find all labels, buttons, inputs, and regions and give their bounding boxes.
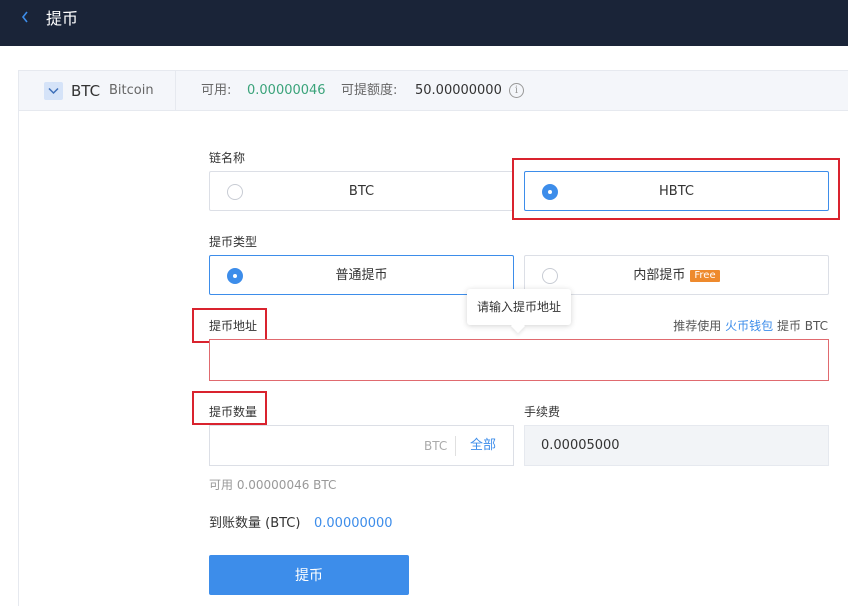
available-value: 0.00000046 — [247, 83, 326, 98]
amount-available-hint: 可用 0.00000046 BTC — [209, 478, 337, 492]
hint-suffix: 提币 BTC — [776, 319, 828, 333]
fee-value: 0.00005000 — [541, 438, 620, 453]
quota-label: 可提额度: — [341, 83, 398, 98]
withdraw-panel: BTC Bitcoin 可用: 0.00000046 可提额度: 50.0000… — [18, 70, 848, 606]
coin-name: Bitcoin — [109, 83, 154, 98]
quota-value: 50.00000000 — [415, 83, 502, 98]
amount-unit: BTC — [424, 439, 448, 453]
wallet-link[interactable]: 火币钱包 — [725, 319, 773, 333]
fee-field: 0.00005000 — [524, 425, 829, 466]
chevron-left-icon[interactable] — [20, 9, 36, 29]
receive-value: 0.00000000 — [314, 516, 393, 531]
withdraw-type-label-internal: 内部提币 — [633, 268, 686, 283]
hint-prefix: 推荐使用 — [673, 319, 722, 333]
coin-selector[interactable]: BTC Bitcoin — [19, 71, 176, 111]
divider — [455, 436, 456, 456]
available-label: 可用: — [201, 83, 232, 98]
submit-button[interactable]: 提币 — [209, 555, 409, 595]
free-badge: Free — [690, 270, 720, 282]
coin-bar: BTC Bitcoin 可用: 0.00000046 可提额度: 50.0000… — [19, 71, 848, 111]
receive-label: 到账数量 (BTC) — [209, 516, 301, 531]
coin-symbol: BTC — [71, 82, 101, 100]
address-tooltip: 请输入提币地址 — [467, 289, 571, 325]
chain-option-hbtc[interactable]: HBTC — [524, 171, 829, 211]
all-button[interactable]: 全部 — [470, 438, 496, 454]
withdraw-type-label: 提币类型 — [209, 235, 258, 249]
address-hint: 推荐使用 火币钱包 提币 BTC — [673, 319, 828, 333]
top-bar: 提币 — [0, 0, 848, 46]
amount-field: BTC 全部 — [209, 425, 514, 466]
chain-option-label: HBTC — [659, 184, 694, 199]
address-label: 提币地址 — [209, 319, 258, 333]
address-input[interactable] — [209, 339, 829, 381]
amount-input[interactable] — [210, 426, 410, 465]
info-icon[interactable]: i — [509, 83, 524, 98]
withdraw-type-label-normal: 普通提币 — [335, 268, 388, 283]
fee-label: 手续费 — [524, 405, 561, 419]
page-title: 提币 — [46, 9, 79, 28]
chain-option-label: BTC — [348, 184, 375, 199]
amount-label: 提币数量 — [209, 405, 258, 419]
chevron-down-icon[interactable] — [44, 82, 63, 100]
chain-label: 链名称 — [209, 151, 246, 165]
chain-option-btc[interactable]: BTC — [209, 171, 514, 211]
